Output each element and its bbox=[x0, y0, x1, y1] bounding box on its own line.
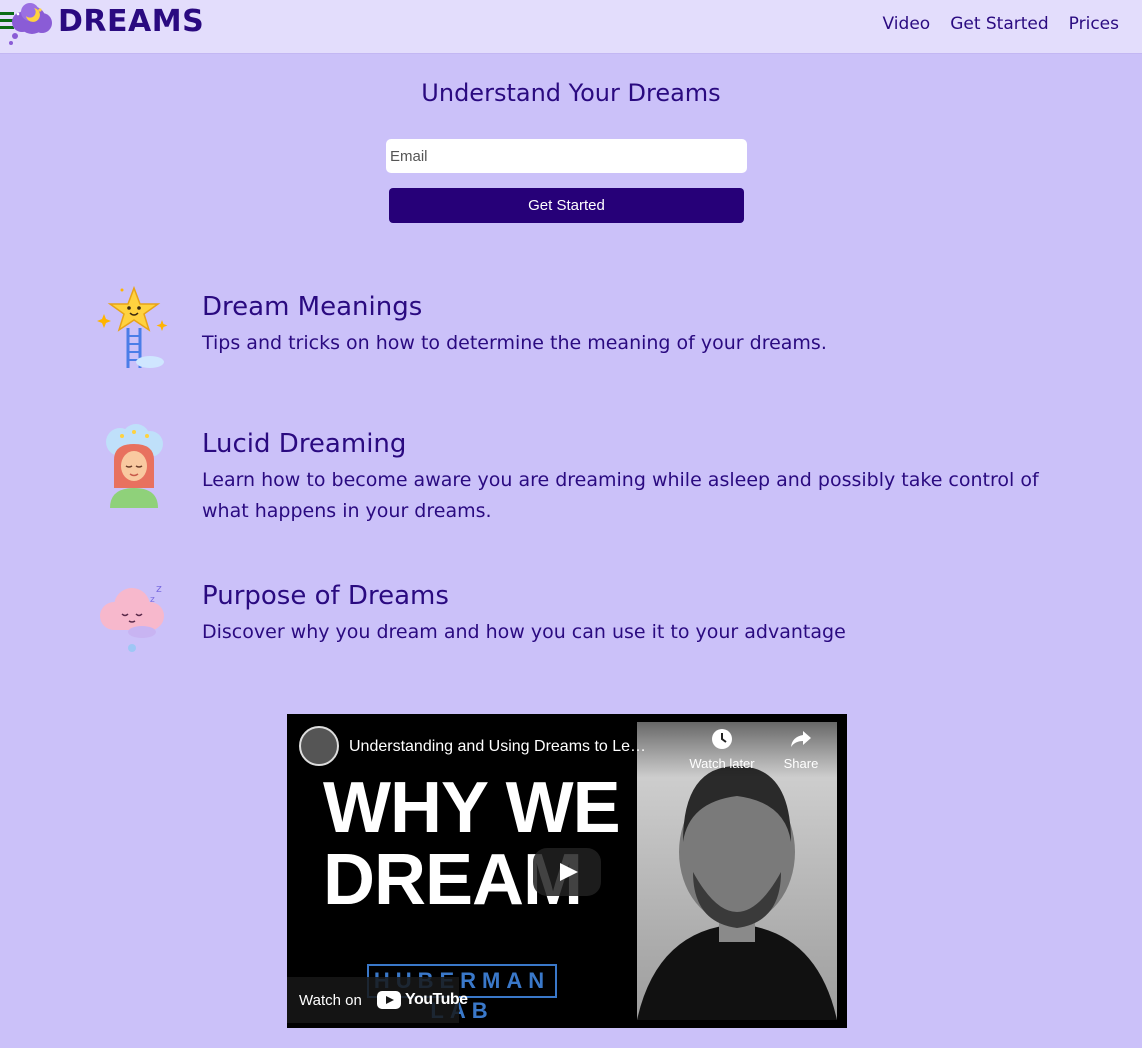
star-ladder-icon bbox=[97, 285, 168, 368]
clock-icon bbox=[712, 729, 732, 749]
youtube-video-embed[interactable]: WHY WE DREAM HUBERMAN LAB Understanding … bbox=[287, 714, 847, 1028]
share-button[interactable]: Share bbox=[761, 728, 841, 771]
youtube-wordmark: YouTube bbox=[405, 991, 468, 1008]
brand-title[interactable]: DREAMS bbox=[58, 4, 204, 39]
feature-description: Tips and tricks on how to determine the … bbox=[202, 332, 827, 354]
svg-text:z: z bbox=[156, 582, 162, 595]
nav-link-video[interactable]: Video bbox=[883, 14, 931, 34]
sleeping-cloud-icon: z z bbox=[100, 582, 164, 652]
feature-description: Discover why you dream and how you can u… bbox=[202, 621, 846, 643]
hero-title: Understand Your Dreams bbox=[421, 79, 721, 107]
feature-title: Dream Meanings bbox=[202, 292, 423, 322]
nav-link-prices[interactable]: Prices bbox=[1069, 14, 1119, 34]
watch-on-youtube-link[interactable]: Watch on YouTube bbox=[287, 977, 468, 1023]
feature-title: Lucid Dreaming bbox=[202, 429, 407, 459]
navbar: DREAMS Video Get Started Prices bbox=[0, 0, 1142, 54]
get-started-button[interactable]: Get Started bbox=[389, 188, 744, 223]
feature-description: Learn how to become aware you are dreami… bbox=[202, 469, 1039, 522]
play-icon bbox=[560, 863, 578, 881]
channel-avatar[interactable] bbox=[299, 726, 339, 766]
share-arrow-icon bbox=[791, 731, 811, 747]
youtube-play-icon bbox=[377, 991, 401, 1009]
watch-later-button[interactable]: Watch later bbox=[682, 728, 762, 771]
dream-cloud-logo-icon[interactable] bbox=[6, 0, 56, 48]
svg-text:z: z bbox=[150, 595, 155, 605]
nav-link-get-started[interactable]: Get Started bbox=[950, 14, 1048, 34]
email-input[interactable] bbox=[386, 139, 747, 173]
play-button[interactable] bbox=[533, 848, 601, 896]
nav-links: Video Get Started Prices bbox=[883, 14, 1119, 34]
video-title[interactable]: Understanding and Using Dreams to Le… bbox=[349, 738, 679, 756]
watch-later-label: Watch later bbox=[689, 756, 755, 771]
feature-title: Purpose of Dreams bbox=[202, 581, 449, 611]
watch-on-label: Watch on bbox=[299, 992, 362, 1009]
dreaming-woman-icon bbox=[106, 424, 163, 508]
share-label: Share bbox=[783, 756, 819, 771]
